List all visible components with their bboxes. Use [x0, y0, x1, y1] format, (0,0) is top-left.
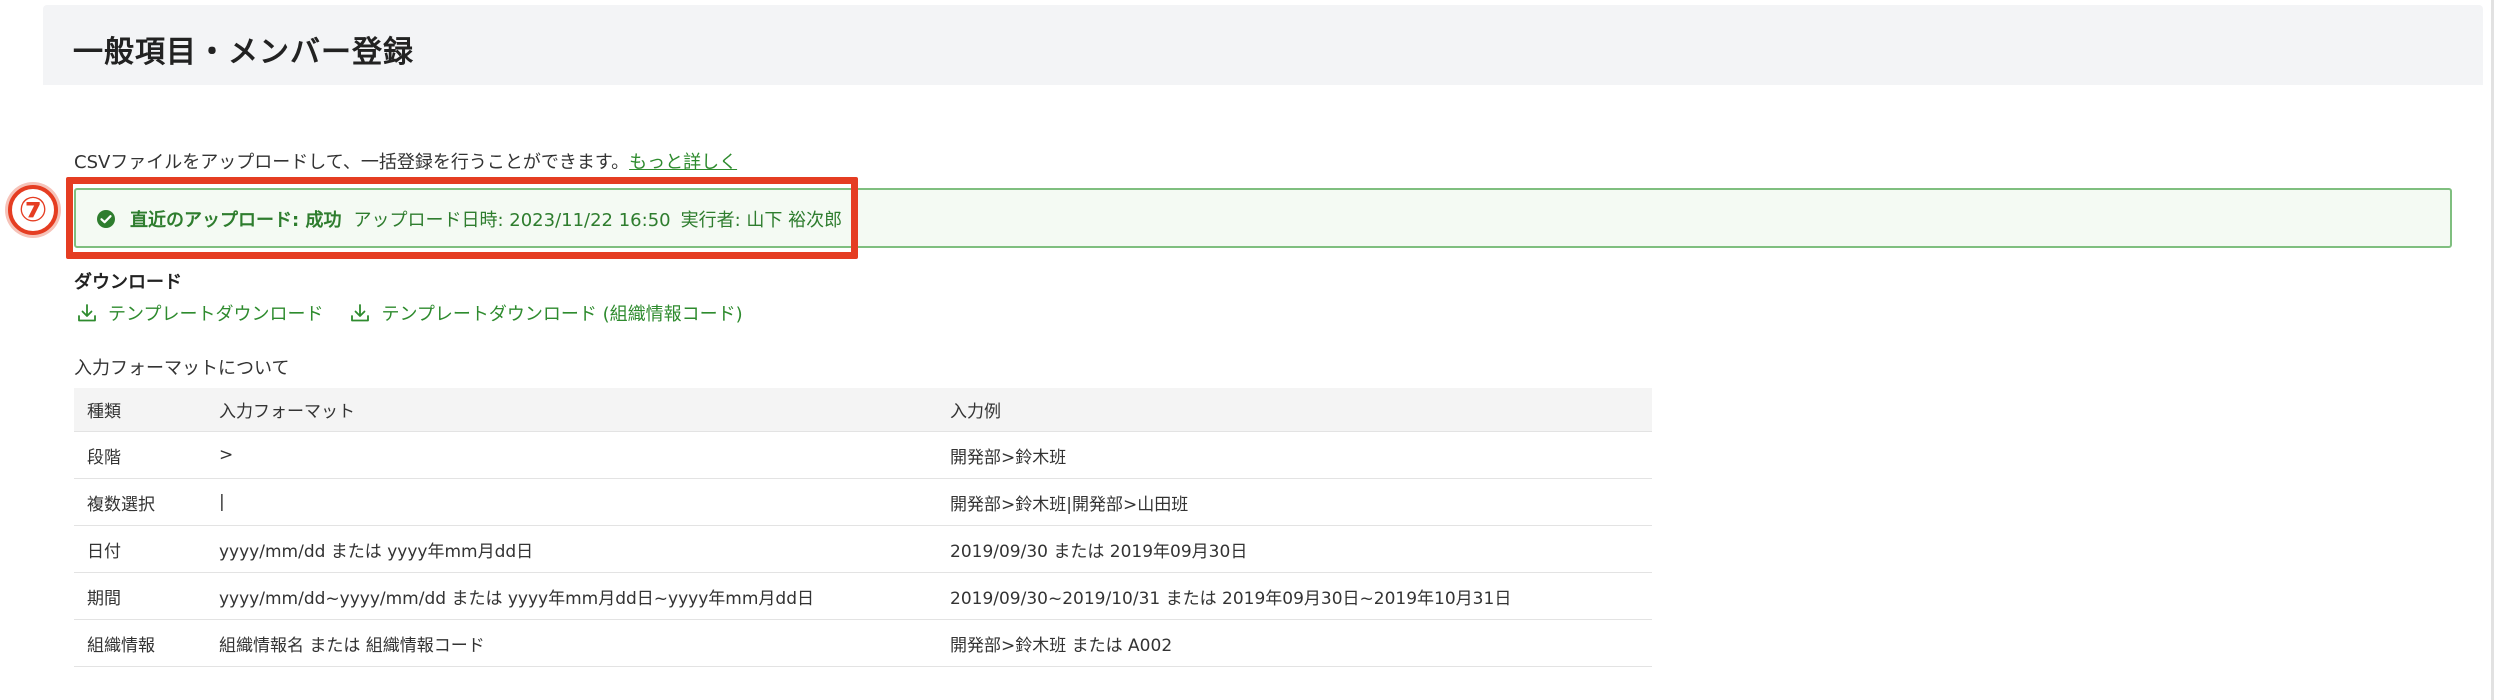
table-cell: 開発部>鈴木班|開発部>山田班 — [937, 478, 1652, 526]
table-cell: 組織情報名 または 組織情報コード — [206, 619, 937, 667]
table-cell: yyyy/mm/dd または yyyy年mm月dd日 — [206, 525, 937, 573]
table-cell: 期間 — [74, 572, 206, 620]
table-cell: 段階 — [74, 431, 206, 479]
table-row: 段階 > 開発部>鈴木班 — [74, 431, 1652, 479]
table-cell: > — [206, 431, 937, 479]
table-cell: 2019/09/30 または 2019年09月30日 — [937, 525, 1652, 573]
page: 一般項目・メンバー登録 CSVファイルをアップロードして、一括登録を行うことがで… — [0, 0, 2494, 700]
table-row: 複数選択 | 開発部>鈴木班|開発部>山田班 — [74, 478, 1652, 526]
download-heading: ダウンロード — [74, 272, 182, 293]
table-cell: 2019/09/30~2019/10/31 または 2019年09月30日~20… — [937, 572, 1652, 620]
table-cell: 開発部>鈴木班 — [937, 431, 1652, 479]
learn-more-link[interactable]: もっと詳しく — [629, 152, 737, 173]
annotation-marker: ⑦ — [8, 185, 58, 235]
intro-text: CSVファイルをアップロードして、一括登録を行うことができます。もっと詳しく — [74, 148, 737, 174]
table-cell: | — [206, 478, 937, 526]
table-cell: 開発部>鈴木班 または A002 — [937, 619, 1652, 667]
format-table: 種類 入力フォーマット 入力例 段階 > 開発部>鈴木班 複数選択 | 開発部>… — [74, 388, 1652, 667]
table-cell: yyyy/mm/dd~yyyy/mm/dd または yyyy年mm月dd日~yy… — [206, 572, 937, 620]
table-cell: 組織情報 — [74, 619, 206, 667]
download-icon — [351, 304, 370, 322]
format-heading: 入力フォーマットについて — [74, 358, 290, 379]
template-download-org-code-label: テンプレートダウンロード (組織情報コード) — [381, 304, 743, 325]
column-header-example: 入力例 — [937, 388, 1652, 432]
column-header-type: 種類 — [74, 388, 206, 432]
table-header-row: 種類 入力フォーマット 入力例 — [74, 388, 1652, 432]
table-row: 組織情報 組織情報名 または 組織情報コード 開発部>鈴木班 または A002 — [74, 619, 1652, 667]
download-icon — [78, 304, 96, 322]
table-row: 期間 yyyy/mm/dd~yyyy/mm/dd または yyyy年mm月dd日… — [74, 572, 1652, 620]
table-cell: 複数選択 — [74, 478, 206, 526]
column-header-format: 入力フォーマット — [206, 388, 937, 432]
table-row: 日付 yyyy/mm/dd または yyyy年mm月dd日 2019/09/30… — [74, 525, 1652, 573]
download-links: テンプレートダウンロード テンプレートダウンロード (組織情報コード) — [76, 300, 769, 326]
annotation-highlight-box — [66, 177, 858, 259]
template-download-label: テンプレートダウンロード — [108, 304, 324, 325]
page-title: 一般項目・メンバー登録 — [73, 35, 414, 70]
intro-description: CSVファイルをアップロードして、一括登録を行うことができます。 — [74, 152, 630, 173]
template-download-org-code-link[interactable]: テンプレートダウンロード (組織情報コード) — [349, 300, 743, 326]
template-download-link[interactable]: テンプレートダウンロード — [76, 300, 323, 326]
page-header: 一般項目・メンバー登録 — [43, 5, 2483, 85]
table-cell: 日付 — [74, 525, 206, 573]
